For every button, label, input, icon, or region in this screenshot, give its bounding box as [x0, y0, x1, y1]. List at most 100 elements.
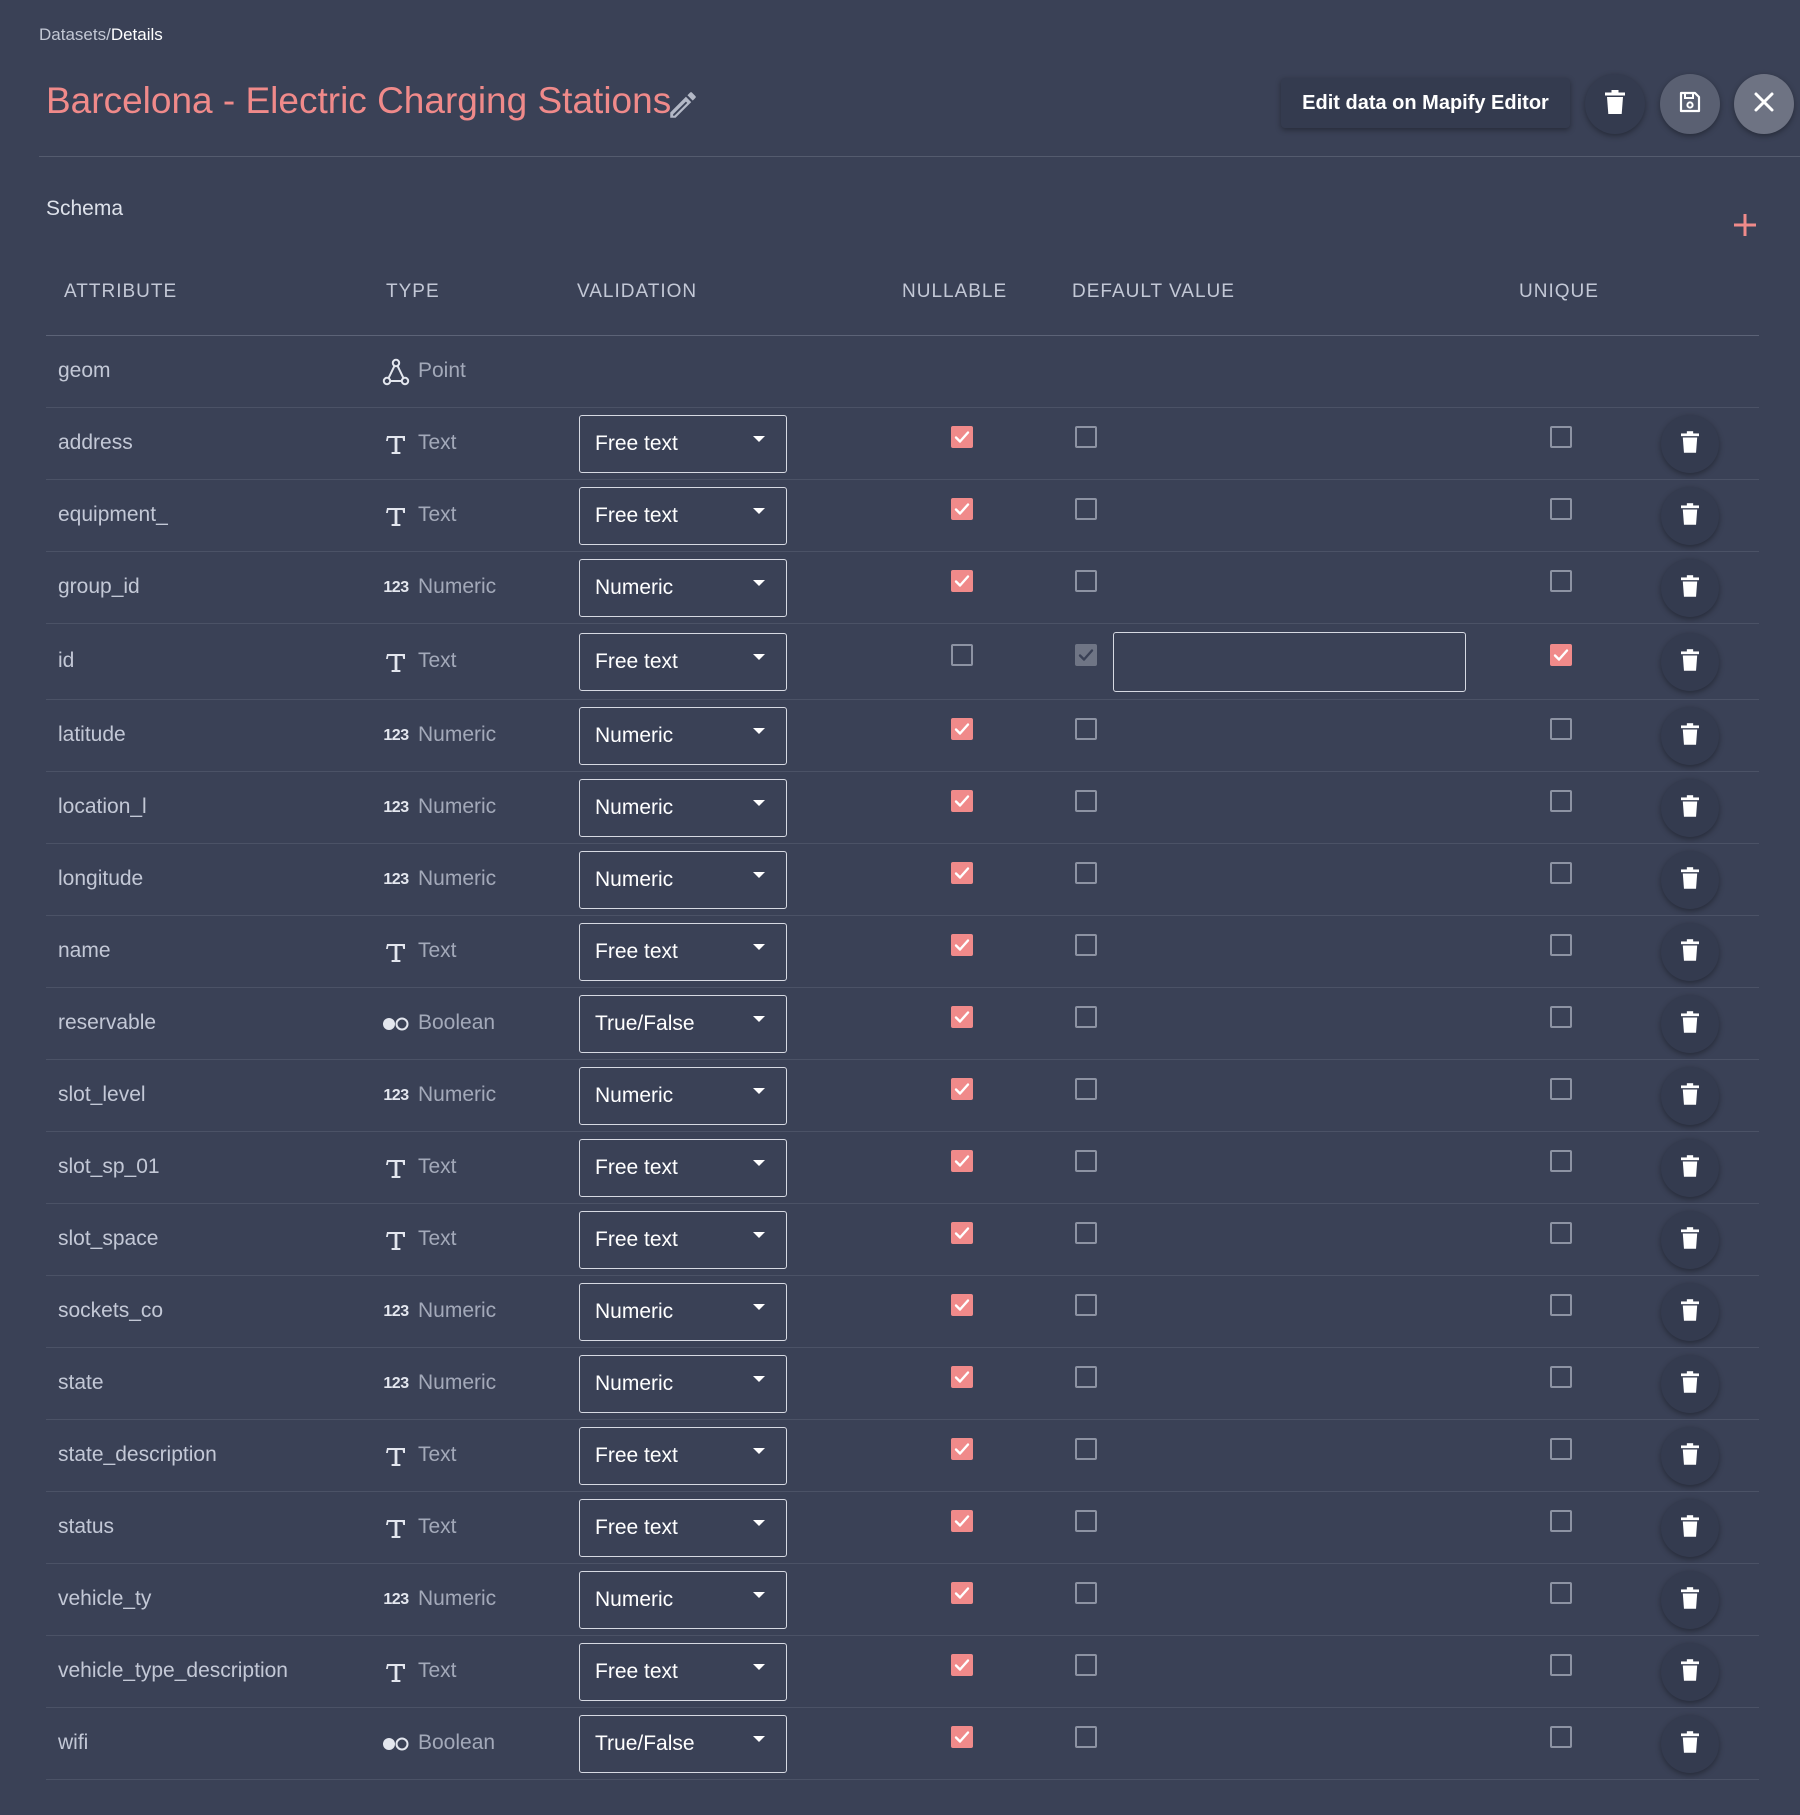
unique-checkbox[interactable]: [1550, 1510, 1572, 1532]
add-attribute-plus-icon[interactable]: [1730, 210, 1760, 240]
default-value-checkbox[interactable]: [1075, 1006, 1097, 1028]
default-value-checkbox[interactable]: [1075, 862, 1097, 884]
nullable-checkbox[interactable]: [951, 934, 973, 956]
default-value-checkbox[interactable]: [1075, 426, 1097, 448]
nullable-checkbox[interactable]: [951, 1510, 973, 1532]
delete-attribute-button[interactable]: [1661, 487, 1719, 545]
default-value-checkbox[interactable]: [1075, 1726, 1097, 1748]
unique-checkbox[interactable]: [1550, 498, 1572, 520]
delete-attribute-button[interactable]: [1661, 779, 1719, 837]
default-value-checkbox[interactable]: [1075, 1582, 1097, 1604]
delete-attribute-button[interactable]: [1661, 1355, 1719, 1413]
nullable-checkbox[interactable]: [951, 570, 973, 592]
unique-checkbox[interactable]: [1550, 1006, 1572, 1028]
nullable-checkbox[interactable]: [951, 1222, 973, 1244]
validation-select[interactable]: Free text: [579, 633, 787, 691]
delete-attribute-button[interactable]: [1661, 1211, 1719, 1269]
nullable-checkbox[interactable]: [951, 1294, 973, 1316]
close-button[interactable]: [1734, 74, 1794, 134]
delete-attribute-button[interactable]: [1661, 995, 1719, 1053]
validation-select[interactable]: Free text: [579, 923, 787, 981]
delete-attribute-button[interactable]: [1661, 1643, 1719, 1701]
nullable-checkbox[interactable]: [951, 1654, 973, 1676]
validation-select[interactable]: Numeric: [579, 851, 787, 909]
unique-checkbox[interactable]: [1550, 1222, 1572, 1244]
default-value-checkbox[interactable]: [1075, 1294, 1097, 1316]
default-value-checkbox[interactable]: [1075, 644, 1097, 666]
nullable-checkbox[interactable]: [951, 718, 973, 740]
nullable-checkbox[interactable]: [951, 644, 973, 666]
unique-checkbox[interactable]: [1550, 1438, 1572, 1460]
default-value-checkbox[interactable]: [1075, 1222, 1097, 1244]
delete-attribute-button[interactable]: [1661, 559, 1719, 617]
unique-checkbox[interactable]: [1550, 1366, 1572, 1388]
unique-checkbox[interactable]: [1550, 570, 1572, 592]
nullable-checkbox[interactable]: [951, 1150, 973, 1172]
nullable-checkbox[interactable]: [951, 1582, 973, 1604]
delete-attribute-button[interactable]: [1661, 1139, 1719, 1197]
validation-select[interactable]: Free text: [579, 1427, 787, 1485]
validation-select[interactable]: Numeric: [579, 1283, 787, 1341]
validation-select[interactable]: Numeric: [579, 1355, 787, 1413]
delete-dataset-button[interactable]: [1585, 74, 1645, 134]
delete-attribute-button[interactable]: [1661, 1571, 1719, 1629]
default-value-checkbox[interactable]: [1075, 1366, 1097, 1388]
unique-checkbox[interactable]: [1550, 790, 1572, 812]
unique-checkbox[interactable]: [1550, 644, 1572, 666]
validation-select[interactable]: Free text: [579, 1139, 787, 1197]
nullable-checkbox[interactable]: [951, 862, 973, 884]
unique-checkbox[interactable]: [1550, 1078, 1572, 1100]
default-value-input[interactable]: [1113, 632, 1466, 692]
validation-select[interactable]: Free text: [579, 415, 787, 473]
validation-select[interactable]: Numeric: [579, 1571, 787, 1629]
default-value-checkbox[interactable]: [1075, 1078, 1097, 1100]
default-value-checkbox[interactable]: [1075, 1510, 1097, 1532]
default-value-checkbox[interactable]: [1075, 718, 1097, 740]
validation-select[interactable]: Numeric: [579, 707, 787, 765]
default-value-checkbox[interactable]: [1075, 498, 1097, 520]
default-value-checkbox[interactable]: [1075, 1654, 1097, 1676]
validation-select[interactable]: Numeric: [579, 779, 787, 837]
validation-select[interactable]: Free text: [579, 487, 787, 545]
default-value-checkbox[interactable]: [1075, 790, 1097, 812]
nullable-checkbox[interactable]: [951, 498, 973, 520]
unique-checkbox[interactable]: [1550, 934, 1572, 956]
delete-attribute-button[interactable]: [1661, 851, 1719, 909]
validation-select[interactable]: True/False: [579, 995, 787, 1053]
unique-checkbox[interactable]: [1550, 1150, 1572, 1172]
delete-attribute-button[interactable]: [1661, 1067, 1719, 1125]
validation-select[interactable]: Free text: [579, 1643, 787, 1701]
delete-attribute-button[interactable]: [1661, 1499, 1719, 1557]
unique-checkbox[interactable]: [1550, 1726, 1572, 1748]
delete-attribute-button[interactable]: [1661, 633, 1719, 691]
delete-attribute-button[interactable]: [1661, 1715, 1719, 1773]
unique-checkbox[interactable]: [1550, 426, 1572, 448]
delete-attribute-button[interactable]: [1661, 415, 1719, 473]
unique-checkbox[interactable]: [1550, 1582, 1572, 1604]
default-value-checkbox[interactable]: [1075, 934, 1097, 956]
delete-attribute-button[interactable]: [1661, 707, 1719, 765]
validation-select[interactable]: Numeric: [579, 1067, 787, 1125]
nullable-checkbox[interactable]: [951, 790, 973, 812]
validation-select[interactable]: Free text: [579, 1211, 787, 1269]
default-value-checkbox[interactable]: [1075, 1438, 1097, 1460]
unique-checkbox[interactable]: [1550, 1654, 1572, 1676]
save-button[interactable]: [1660, 74, 1720, 134]
default-value-checkbox[interactable]: [1075, 570, 1097, 592]
nullable-checkbox[interactable]: [951, 1438, 973, 1460]
default-value-checkbox[interactable]: [1075, 1150, 1097, 1172]
nullable-checkbox[interactable]: [951, 1006, 973, 1028]
unique-checkbox[interactable]: [1550, 718, 1572, 740]
edit-title-pencil-icon[interactable]: [666, 88, 700, 122]
delete-attribute-button[interactable]: [1661, 1427, 1719, 1485]
delete-attribute-button[interactable]: [1661, 923, 1719, 981]
edit-on-mapify-editor-button[interactable]: Edit data on Mapify Editor: [1281, 78, 1570, 128]
delete-attribute-button[interactable]: [1661, 1283, 1719, 1341]
nullable-checkbox[interactable]: [951, 1726, 973, 1748]
unique-checkbox[interactable]: [1550, 862, 1572, 884]
breadcrumb-link-datasets[interactable]: Datasets: [39, 25, 106, 44]
unique-checkbox[interactable]: [1550, 1294, 1572, 1316]
nullable-checkbox[interactable]: [951, 1078, 973, 1100]
nullable-checkbox[interactable]: [951, 1366, 973, 1388]
validation-select[interactable]: Numeric: [579, 559, 787, 617]
